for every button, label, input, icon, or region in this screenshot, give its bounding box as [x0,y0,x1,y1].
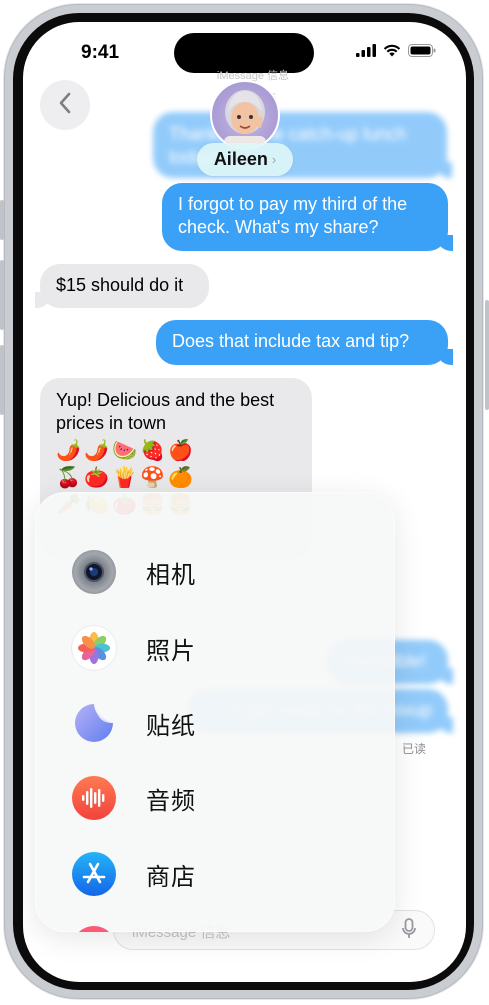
menu-item-label: 商店 [146,863,196,891]
emoji: 🍟 [112,467,137,489]
stickers-icon [72,701,116,745]
message-bubble-outgoing[interactable]: I forgot to pay my third of the check. W… [162,183,453,251]
message-bubble-outgoing[interactable]: Does that include tax and tip? [156,320,453,365]
side-button [485,300,489,410]
audio-icon [72,776,116,820]
dynamic-island [174,33,314,73]
menu-item-store[interactable]: 商店 [35,844,395,904]
camera-icon [72,550,116,594]
read-receipt: 已读 [401,742,426,756]
chevron-left-icon [58,92,72,119]
contact-name: Aileen [213,149,268,169]
microphone-icon[interactable] [402,918,416,945]
apps-menu-panel: 相机 照片 贴纸 音频 商店 [35,492,395,932]
volume-up-button [0,260,4,330]
menu-item-audio[interactable]: 音频 [35,768,395,828]
menu-item-label: 贴纸 [146,712,196,740]
message-text: Does that include tax and tip? [172,331,410,351]
message-text: I forgot to pay my third of the check. W… [178,194,408,237]
emoji: 🍒 [56,467,81,489]
battery-icon [408,44,436,62]
emoji: 🍄 [140,467,165,489]
phone-screen: 9:41 iMessage 信息 昨天 9:45 Thanks for the … [23,22,466,982]
menu-item-label: 音频 [146,787,196,815]
wifi-icon [383,44,401,62]
cellular-signal-icon [356,44,376,62]
message-text: $15 should do it [56,275,184,295]
volume-down-button [0,345,4,415]
contact-avatar[interactable] [210,80,280,150]
emoji: 🍊 [168,467,193,489]
emoji: 🍉 [112,440,137,462]
menu-item-label: 照片 [146,637,196,665]
back-button[interactable] [40,80,90,130]
emoji: 🍎 [168,440,193,462]
message-bubble-incoming[interactable]: $15 should do it [35,264,209,308]
chevron-right-icon: › [271,152,277,167]
menu-item-photos[interactable]: 照片 [35,618,395,678]
menu-item-stickers[interactable]: 贴纸 [35,693,395,753]
app-store-icon [72,852,116,896]
menu-item-camera[interactable]: 相机 [35,542,395,602]
emoji: 🌶️ [56,440,81,462]
emoji: 🌶️ [84,440,109,462]
emoji: 🍓 [140,440,165,462]
emoji: 🍅 [84,467,109,489]
message-bubble-outgoing[interactable]: Thanks for the catch-up lunch today! [153,112,452,178]
message-text: Yup! Delicious and the best prices in to… [56,390,275,433]
menu-item-music[interactable]: 音乐 [35,918,395,932]
status-icons [356,44,436,62]
status-time: 9:41 [81,42,120,63]
menu-item-label: 音乐 [146,931,196,933]
action-button [0,200,4,240]
contact-name-button[interactable]: Aileen › [197,143,293,176]
photos-icon [72,626,116,670]
menu-item-label: 相机 [146,561,196,589]
music-icon [72,926,116,932]
